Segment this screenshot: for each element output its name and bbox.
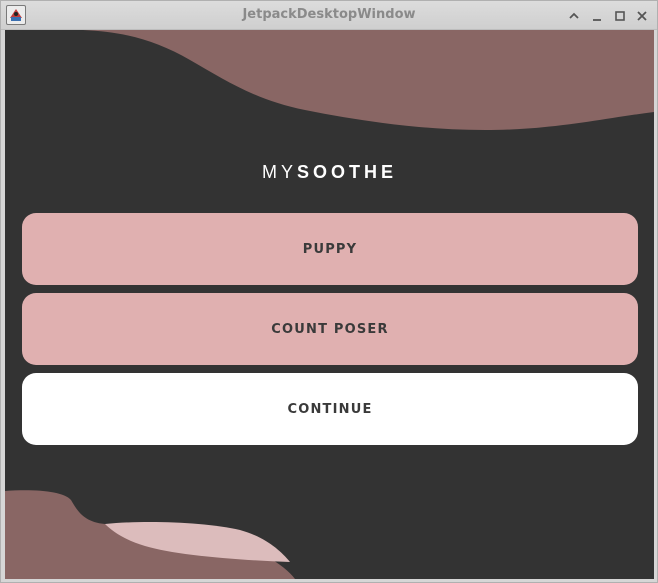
puppy-button-label: PUPPY (302, 241, 358, 257)
chevron-up-icon[interactable] (567, 8, 581, 22)
window-title: JetpackDesktopWindow (242, 7, 416, 22)
continue-button[interactable]: CONTINUE (22, 373, 638, 445)
app-content: MYSOOTHE PUPPY COUNT POSER CONTINUE (5, 30, 654, 579)
app-window: JetpackDesktopWindow MYSOOTHE PUPPY COUN… (0, 0, 658, 583)
continue-button-label: CONTINUE (287, 401, 373, 417)
brand-logo-light: MY (261, 162, 297, 182)
puppy-button[interactable]: PUPPY (22, 213, 638, 285)
count-poser-button-label: COUNT POSER (271, 321, 389, 337)
maximize-icon[interactable] (613, 8, 627, 22)
close-icon[interactable] (635, 8, 649, 22)
minimize-icon[interactable] (590, 8, 604, 22)
title-bar[interactable]: JetpackDesktopWindow (1, 1, 657, 30)
brand-logo-bold: SOOTHE (296, 162, 397, 182)
brand-logo: MYSOOTHE (5, 162, 654, 183)
count-poser-button[interactable]: COUNT POSER (22, 293, 638, 365)
top-wave-shape (83, 30, 654, 130)
